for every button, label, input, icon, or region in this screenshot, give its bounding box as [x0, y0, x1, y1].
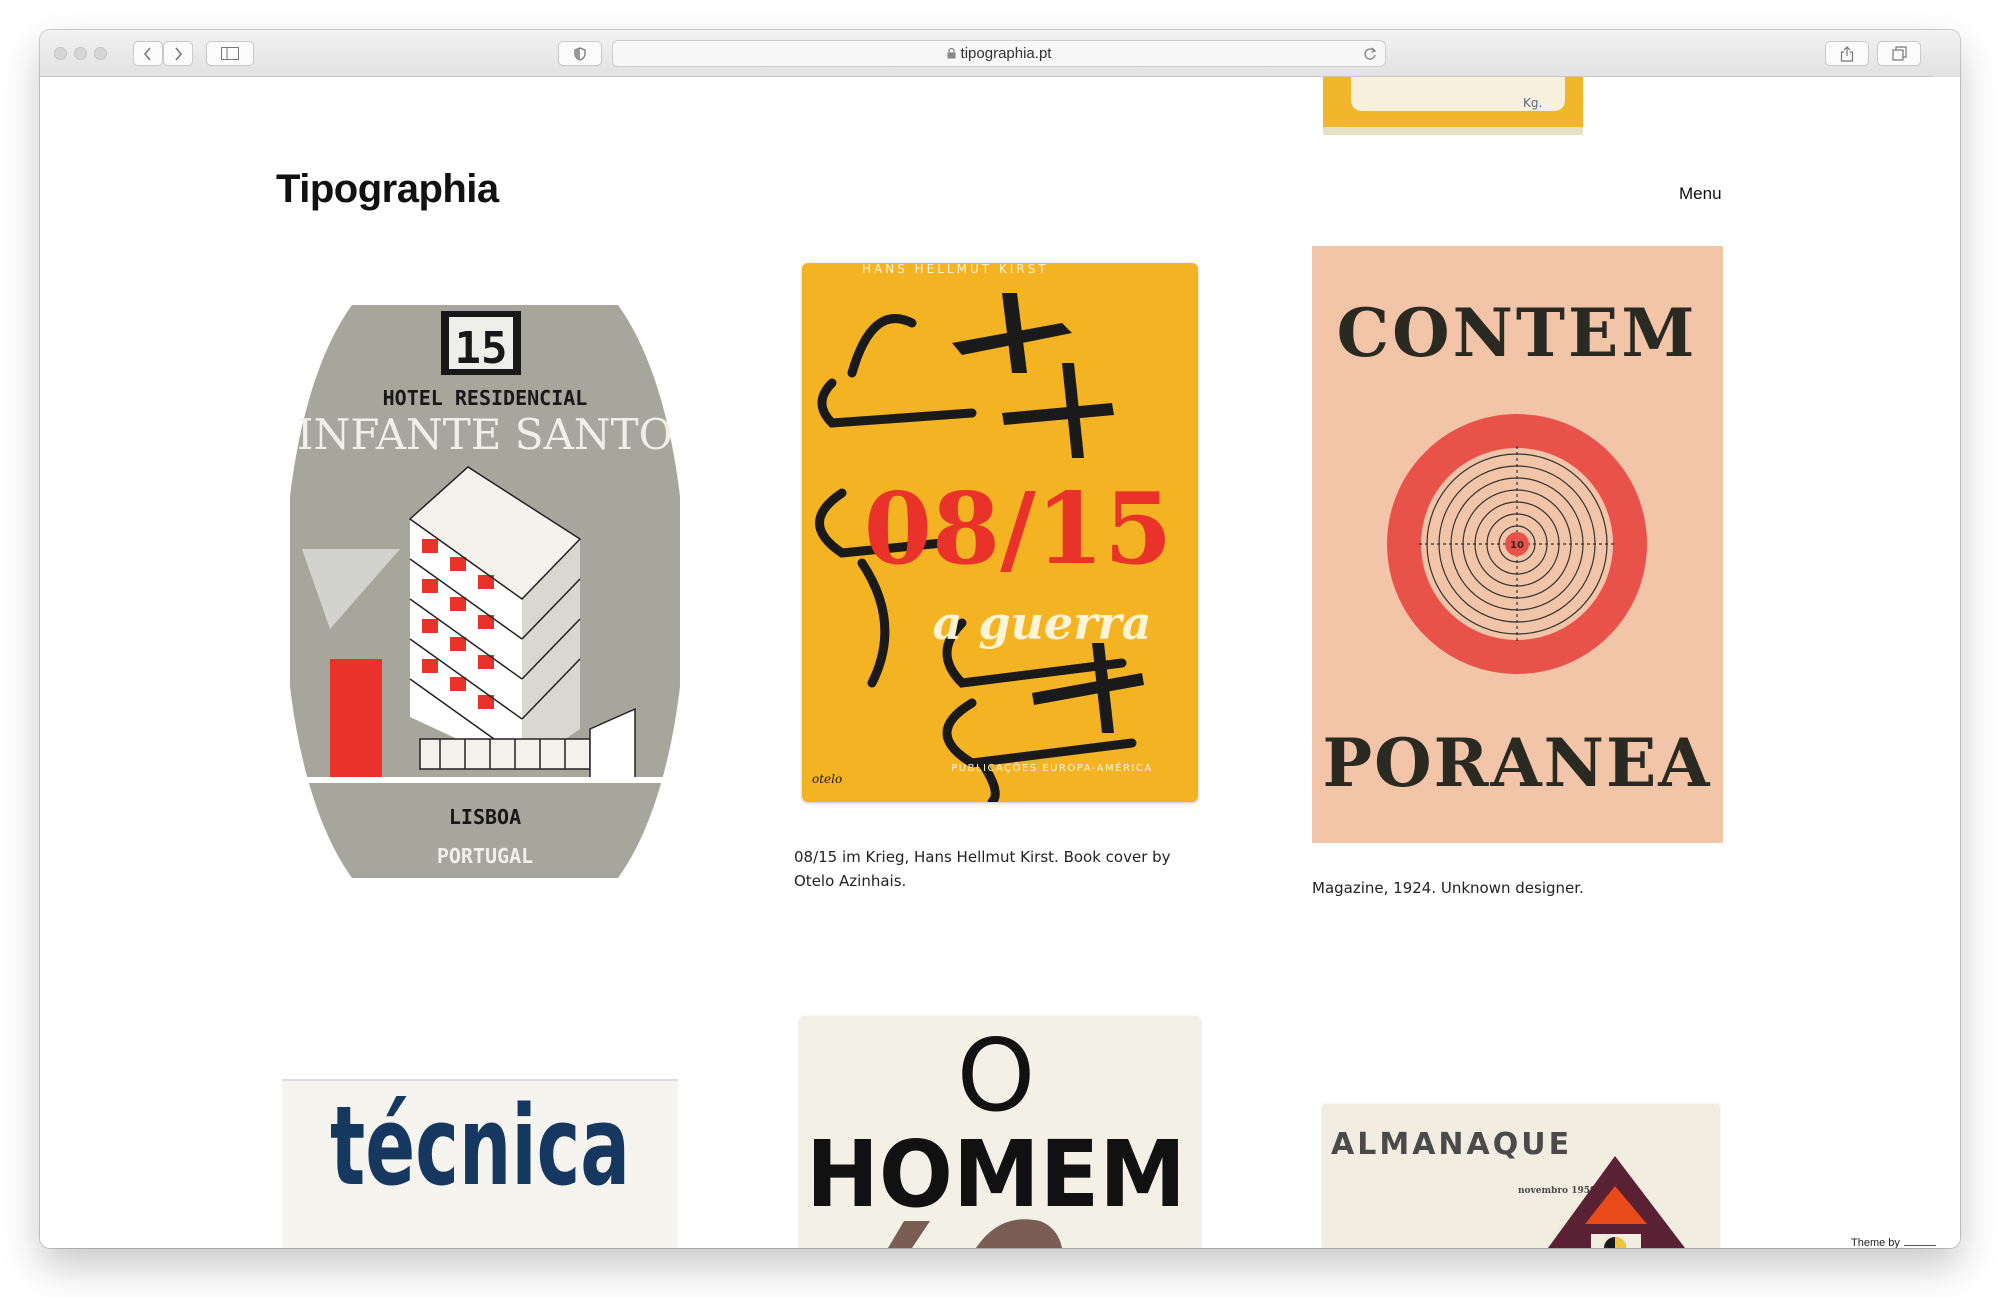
- book-title: 08/15: [864, 472, 1173, 587]
- gallery-item-homem[interactable]: O HOMEM: [800, 1016, 1200, 1248]
- hotel-country: PORTUGAL: [437, 844, 533, 868]
- hotel-line2: INFANTE SANTO: [297, 410, 673, 459]
- gallery-item-tecnica[interactable]: técnica: [282, 1079, 678, 1248]
- almanaque-title: ALMANAQUE: [1331, 1127, 1572, 1162]
- hotel-city: LISBOA: [449, 805, 521, 829]
- theme-credit-label: Theme by: [1851, 1237, 1900, 1248]
- tecnica-title: técnica: [330, 1082, 630, 1210]
- web-page: Tipographia Menu Kg. 15 HOTEL RESIDENCIA…: [40, 77, 1960, 1248]
- book-publisher: PUBLICAÇÕES EUROPA-AMÉRICA: [951, 761, 1152, 774]
- partial-label-art: Kg.: [1323, 77, 1583, 135]
- book-cover-caption: 08/15 im Krieg, Hans Hellmut Kirst. Book…: [794, 845, 1214, 893]
- gallery-item-almanaque[interactable]: ALMANAQUE novembro 1959: [1323, 1104, 1719, 1248]
- menu-link[interactable]: Menu: [1679, 184, 1722, 204]
- gallery-item-top-partial[interactable]: Kg.: [1323, 77, 1583, 135]
- hotel-number: 15: [455, 323, 508, 374]
- gallery-item-book-cover[interactable]: HANS HELLMUT KIRST 08/15 a guerra PUBLIC…: [802, 263, 1198, 802]
- hotel-label-art: 15 HOTEL RESIDENCIAL INFANTE SANTO LISBO…: [290, 305, 680, 878]
- target-number: 10: [1510, 540, 1524, 551]
- close-window-button[interactable]: [54, 47, 67, 60]
- lock-icon: [947, 48, 956, 59]
- almanaque-date: novembro 1959: [1518, 1186, 1596, 1196]
- homem-line2: HOMEM: [806, 1121, 1186, 1228]
- hotel-line1: HOTEL RESIDENCIAL: [383, 386, 588, 410]
- share-icon: [1840, 45, 1854, 62]
- address-bar[interactable]: tipographia.pt: [612, 40, 1386, 67]
- partial-label-text: Kg.: [1523, 96, 1542, 110]
- minimize-window-button[interactable]: [74, 47, 87, 60]
- browser-window: tipographia.pt + Tipographia Menu Kg.: [40, 30, 1960, 1248]
- tecnica-art: técnica: [282, 1079, 678, 1248]
- zoom-window-button[interactable]: [94, 47, 107, 60]
- privacy-shield-button[interactable]: [558, 41, 602, 66]
- tabs-icon: [1891, 46, 1907, 61]
- site-title[interactable]: Tipographia: [276, 167, 499, 212]
- theme-credit-link[interactable]: [1903, 1237, 1936, 1246]
- back-button[interactable]: [133, 41, 163, 66]
- shield-icon: [574, 46, 586, 61]
- sidebar-toggle-button[interactable]: [206, 41, 254, 66]
- magazine-art: CONTEM 10 PORANEA: [1312, 246, 1723, 843]
- browser-toolbar: tipographia.pt: [40, 30, 1960, 77]
- book-caption-line1: 08/15 im Krieg, Hans Hellmut Kirst. Book…: [794, 848, 1171, 866]
- tabs-overview-button[interactable]: [1877, 41, 1921, 66]
- homem-line1: O: [957, 1017, 1036, 1134]
- forward-button[interactable]: [163, 41, 193, 66]
- address-url: tipographia.pt: [960, 45, 1052, 62]
- book-subtitle: a guerra: [933, 596, 1152, 650]
- book-cover-art: HANS HELLMUT KIRST 08/15 a guerra PUBLIC…: [802, 263, 1198, 802]
- book-caption-line2: Otelo Azinhais.: [794, 872, 907, 890]
- gallery-item-hotel-label[interactable]: 15 HOTEL RESIDENCIAL INFANTE SANTO LISBO…: [290, 299, 680, 884]
- gallery-item-magazine[interactable]: CONTEM 10 PORANEA: [1312, 246, 1723, 843]
- theme-credit: Theme by: [1851, 1237, 1936, 1248]
- chevron-left-icon: [143, 46, 151, 61]
- sidebar-icon: [221, 47, 239, 60]
- magazine-caption: Magazine, 1924. Unknown designer.: [1312, 879, 1584, 897]
- magazine-line2: PORANEA: [1322, 724, 1711, 802]
- book-author: HANS HELLMUT KIRST: [862, 263, 1049, 276]
- magazine-line1: CONTEM: [1337, 294, 1698, 372]
- chevron-right-icon: [175, 46, 183, 61]
- share-button[interactable]: [1825, 41, 1869, 66]
- book-signature: otelo: [812, 772, 842, 786]
- almanaque-art: ALMANAQUE novembro 1959: [1323, 1104, 1719, 1248]
- reload-icon[interactable]: [1363, 47, 1377, 61]
- homem-art: O HOMEM: [800, 1016, 1200, 1248]
